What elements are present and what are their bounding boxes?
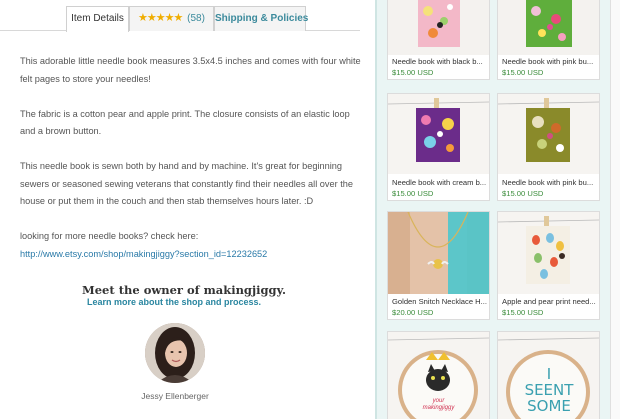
listing-title: Needle book with cream b... <box>392 178 487 187</box>
listing-image <box>498 212 599 294</box>
hoop-caption: your makingjiggy <box>422 398 455 411</box>
needle-book-image <box>388 94 489 174</box>
page-edge <box>610 0 620 419</box>
listing-card[interactable]: Needle book with pink bu... $15.00 USD <box>497 93 600 201</box>
listing-title: Needle book with pink bu... <box>502 178 594 187</box>
listing-card[interactable]: Needle book with pink bu... $15.00 USD <box>497 0 600 80</box>
description-paragraph: This needle book is sewn both by hand an… <box>20 161 353 206</box>
tab-reviews[interactable]: ★★★★★ (58) <box>129 6 214 31</box>
listing-price: $15.00 USD <box>502 68 544 77</box>
listing-title: Apple and pear print need... <box>502 297 596 306</box>
description-paragraph: This adorable little needle book measure… <box>20 56 361 84</box>
hoop-caption: I SEENT SOME <box>524 365 574 415</box>
needle-book-image <box>498 94 599 174</box>
tab-shipping-policies[interactable]: Shipping & Policies <box>214 6 309 31</box>
needle-book-image <box>498 0 599 55</box>
necklace-image <box>388 212 489 294</box>
listing-image <box>388 0 489 55</box>
more-needle-books-text: looking for more needle books? check her… <box>20 231 199 241</box>
listing-price: $15.00 USD <box>502 308 544 317</box>
needle-book-image <box>388 0 489 55</box>
description-paragraph: The fabric is a cotton pear and apple pr… <box>20 108 350 137</box>
listing-card[interactable]: Needle book with cream b... $15.00 USD <box>387 93 490 201</box>
listing-card[interactable]: your makingjiggy <box>387 331 490 419</box>
listing-image <box>388 94 489 174</box>
item-tabs: Item Details ★★★★★ (58) Shipping & Polic… <box>0 0 368 32</box>
learn-more-link[interactable]: Learn more about the shop and process. <box>0 297 348 307</box>
description-paragraph: looking for more needle books? check her… <box>20 228 365 263</box>
listing-card[interactable]: Golden Snitch Necklace H... $20.00 USD <box>387 211 490 320</box>
listing-price: $15.00 USD <box>392 189 434 198</box>
listing-price: $15.00 USD <box>502 189 544 198</box>
listing-price: $20.00 USD <box>392 308 434 317</box>
listing-image <box>388 212 489 294</box>
listing-title: Needle book with black b... <box>392 57 483 66</box>
rating-stars-icon: ★★★★★ <box>138 12 183 24</box>
owner-photo <box>145 323 205 383</box>
owner-avatar[interactable] <box>145 323 205 383</box>
listing-title: Golden Snitch Necklace H... <box>392 297 487 306</box>
item-details-panel: Item Details ★★★★★ (58) Shipping & Polic… <box>0 0 368 419</box>
owner-name: Jessy Ellenberger <box>141 391 209 401</box>
listing-card[interactable]: I SEENT SOME <box>497 331 600 419</box>
tab-shipping-label: Shipping & Policies <box>215 13 309 24</box>
listing-card[interactable]: Needle book with black b... $15.00 USD <box>387 0 490 80</box>
owner-heading: Meet the owner of makingjiggy. <box>82 283 286 297</box>
listing-card[interactable]: Apple and pear print need... $15.00 USD <box>497 211 600 320</box>
needle-book-image <box>498 212 599 294</box>
shop-section-link[interactable]: http://www.etsy.com/shop/makingjiggy?sec… <box>20 249 267 259</box>
listing-title: Needle book with pink bu... <box>502 57 594 66</box>
shop-listings-panel: Needle book with black b... $15.00 USD N… <box>375 0 613 419</box>
tab-item-details[interactable]: Item Details <box>66 6 129 32</box>
listing-price: $15.00 USD <box>392 68 434 77</box>
listing-image <box>498 0 599 55</box>
tab-item-details-label: Item Details <box>71 13 124 24</box>
listing-image <box>498 94 599 174</box>
item-description: This adorable little needle book measure… <box>20 53 365 263</box>
reviews-count: (58) <box>187 13 205 24</box>
